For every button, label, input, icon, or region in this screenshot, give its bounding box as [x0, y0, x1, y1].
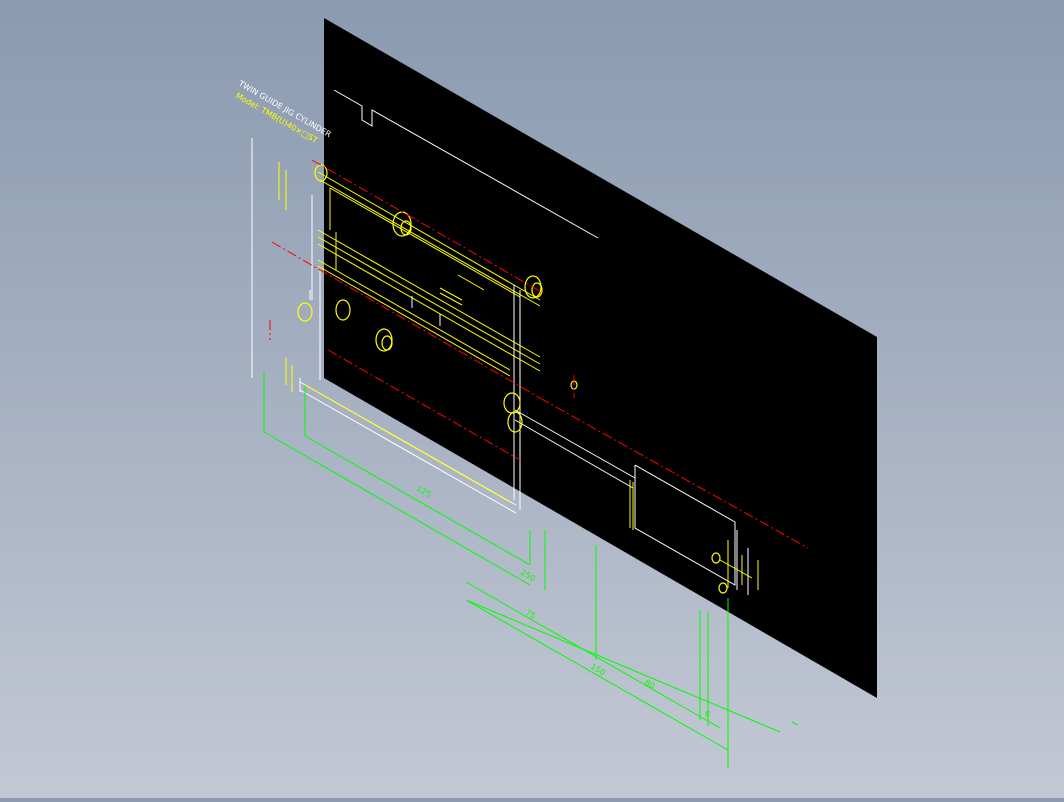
drawing-sheet [324, 18, 877, 698]
dim-75: 75 [524, 608, 537, 621]
cad-drawing-canvas[interactable]: TWIN GUIDE JIG CYLINDER Model: TMB(U)40×… [0, 0, 1064, 798]
dim-125: 125 [415, 484, 433, 499]
cad-viewport[interactable]: TWIN GUIDE JIG CYLINDER Model: TMB(U)40×… [0, 0, 1064, 798]
dim-80: 80 [643, 678, 656, 691]
dim-6: 6 [703, 709, 712, 719]
drawing-title: TWIN GUIDE JIG CYLINDER [236, 78, 333, 139]
dim-250: 250 [519, 568, 537, 583]
title-block: TWIN GUIDE JIG CYLINDER Model: TMB(U)40×… [234, 78, 333, 145]
